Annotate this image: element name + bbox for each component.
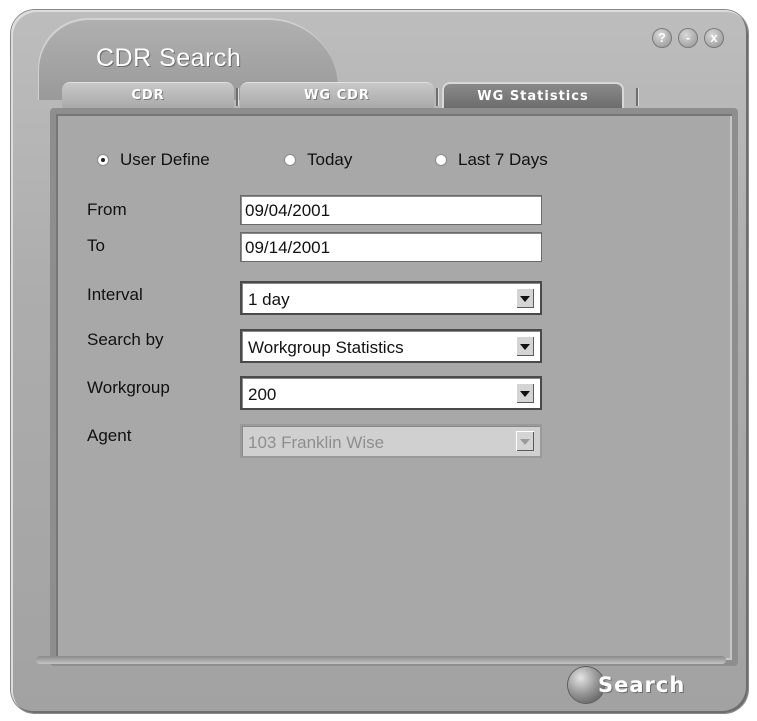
interval-value: 1 day: [248, 290, 290, 309]
tab-bar: CDR WG CDR WG Statistics: [62, 82, 640, 110]
radio-label: User Define: [120, 150, 210, 169]
tab-cdr[interactable]: CDR: [62, 82, 234, 109]
chevron-down-icon[interactable]: [516, 336, 534, 356]
workgroup-value: 200: [248, 385, 277, 404]
minimize-icon[interactable]: -: [678, 28, 698, 48]
tab-wg-cdr[interactable]: WG CDR: [240, 82, 434, 109]
bottom-divider: [36, 656, 726, 664]
chevron-down-icon: [516, 431, 534, 451]
to-label: To: [87, 236, 105, 255]
radio-label: Today: [307, 150, 353, 169]
from-date-field[interactable]: 09/04/2001: [240, 195, 542, 225]
chevron-down-icon[interactable]: [516, 288, 534, 308]
tab-wg-statistics[interactable]: WG Statistics: [442, 82, 624, 110]
window-title: CDR Search: [96, 44, 242, 72]
radio-today[interactable]: Today: [285, 149, 352, 171]
workgroup-label: Workgroup: [87, 378, 170, 397]
interval-label: Interval: [87, 285, 143, 304]
tab-divider: [436, 88, 438, 106]
search-button-label: Search: [598, 673, 686, 697]
from-label: From: [87, 200, 127, 219]
search-by-select[interactable]: Workgroup Statistics: [240, 329, 542, 363]
search-by-label: Search by: [87, 330, 164, 349]
radio-user-define[interactable]: User Define: [98, 149, 210, 171]
agent-value: 103 Franklin Wise: [248, 433, 385, 452]
tab-divider: [636, 88, 638, 106]
agent-label: Agent: [87, 426, 132, 445]
help-icon[interactable]: ?: [652, 28, 672, 48]
search-button[interactable]: Search: [568, 667, 685, 703]
radio-label: Last 7 Days: [458, 150, 548, 169]
interval-select[interactable]: 1 day: [240, 281, 542, 315]
search-by-value: Workgroup Statistics: [248, 338, 404, 357]
radio-unchecked-icon: [285, 154, 295, 165]
radio-last-7-days[interactable]: Last 7 Days: [436, 149, 548, 171]
radio-unchecked-icon: [436, 154, 446, 165]
close-icon[interactable]: x: [704, 28, 724, 48]
agent-select: 103 Franklin Wise: [240, 424, 542, 458]
to-date-field[interactable]: 09/14/2001: [240, 232, 542, 262]
workgroup-select[interactable]: 200: [240, 376, 542, 410]
chevron-down-icon[interactable]: [516, 383, 534, 403]
tab-divider: [236, 88, 238, 106]
radio-checked-icon: [98, 154, 108, 165]
